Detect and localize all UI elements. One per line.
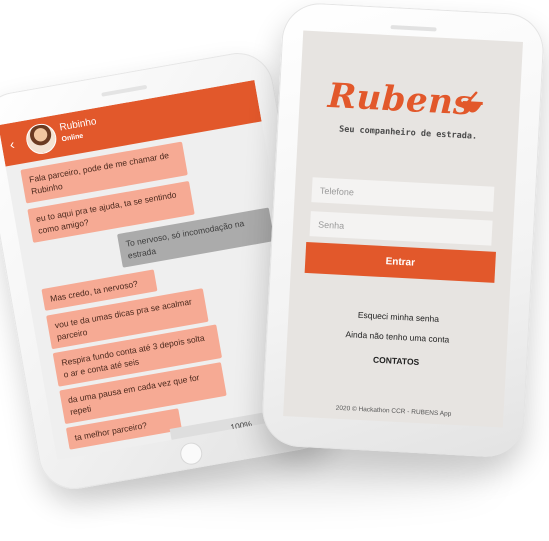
contact-status: Online [61, 132, 84, 144]
enter-button[interactable]: Entrar [304, 241, 496, 283]
password-field[interactable] [309, 211, 493, 246]
contacts-link[interactable]: CONTATOS [286, 350, 506, 372]
back-arrow-icon[interactable]: ‹ [8, 136, 15, 153]
create-account-link[interactable]: Ainda não tenho uma conta [287, 326, 507, 348]
contact-name: Rubinho [58, 116, 98, 134]
avatar [23, 121, 59, 157]
phone-field[interactable] [311, 177, 495, 212]
slogan: Seu companheiro de estrada. [338, 124, 478, 142]
forgot-password-link[interactable]: Esqueci minha senha [288, 306, 508, 328]
mate-cup-icon [462, 91, 483, 113]
brand-logo: Rubens [326, 75, 475, 124]
footer-text: 2020 © Hackathon CCR - RUBENS App [335, 404, 452, 418]
login-screen: Rubens Seu companheiro de estrada. Entra… [283, 30, 524, 428]
login-phone: Rubens Seu companheiro de estrada. Entra… [260, 1, 546, 459]
